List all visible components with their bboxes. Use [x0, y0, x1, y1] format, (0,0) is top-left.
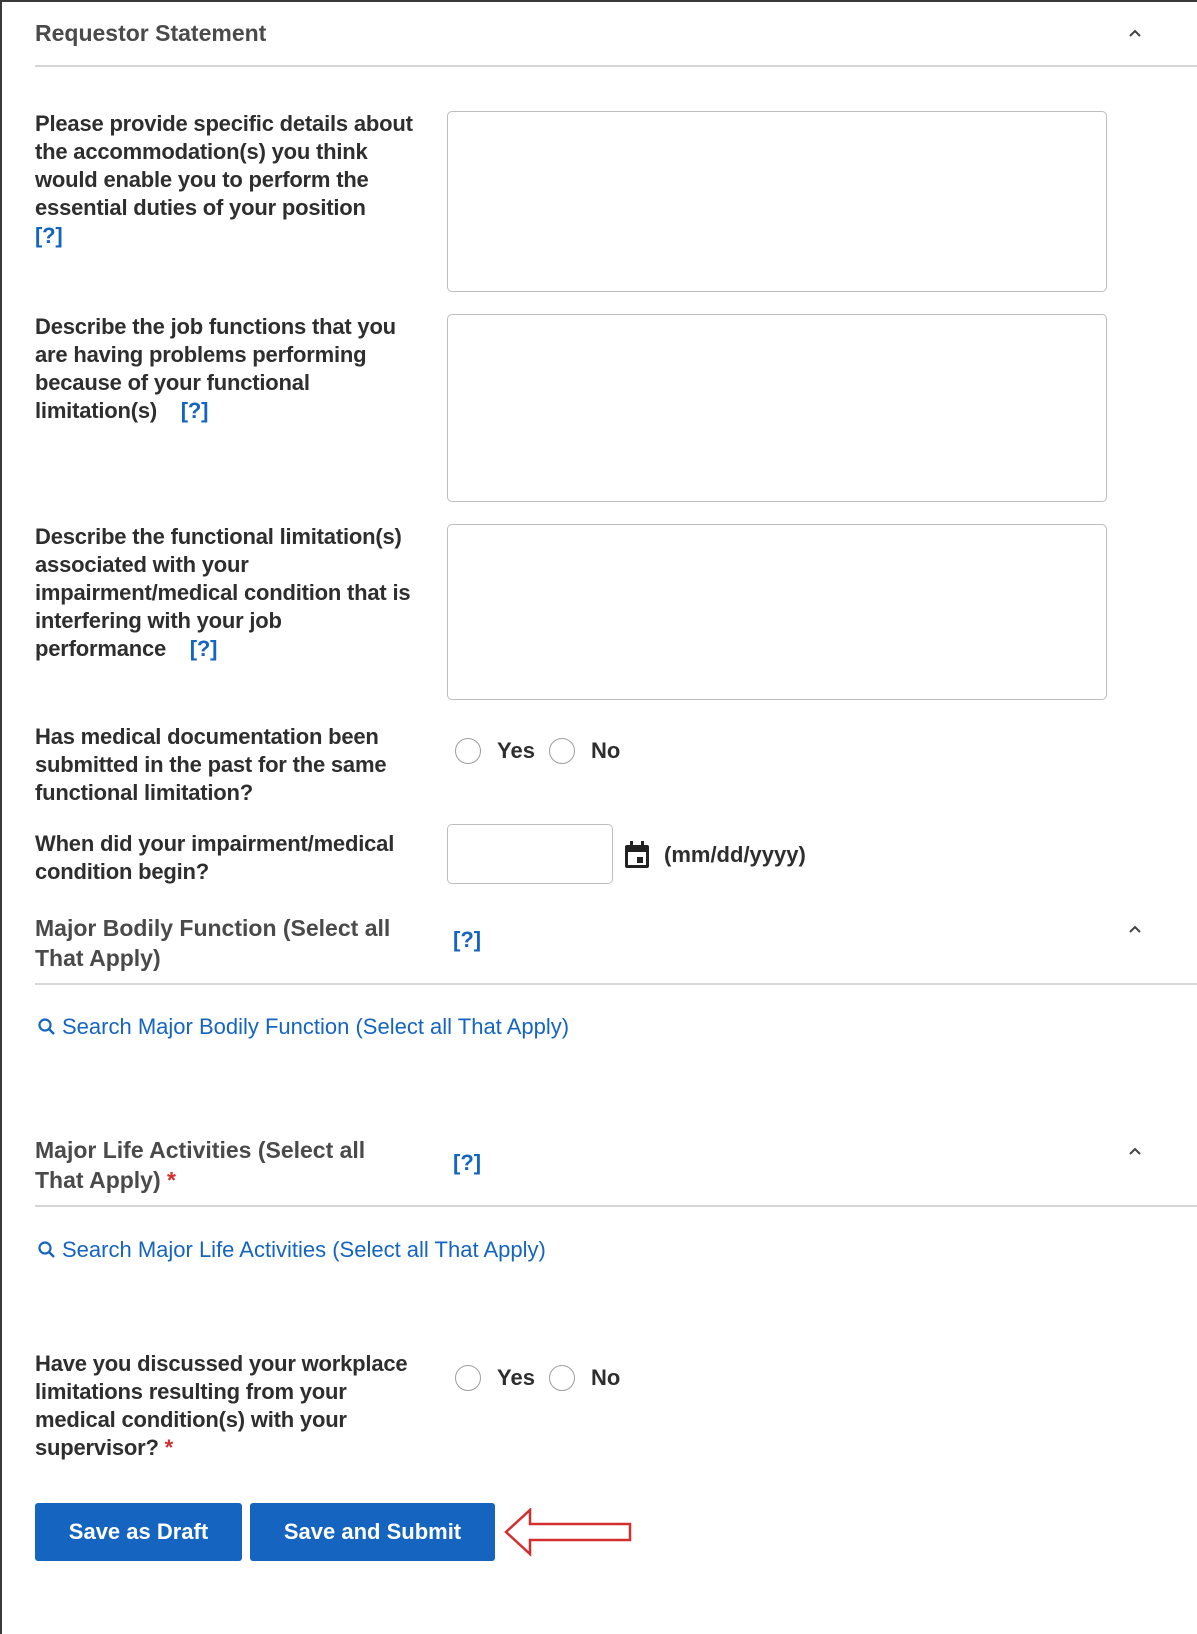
job-functions-label: Describe the job functions that you are …	[35, 314, 396, 423]
medical-documentation-radio-group: Yes No	[455, 738, 634, 764]
save-and-submit-button[interactable]: Save and Submit	[250, 1503, 495, 1561]
section-divider	[35, 65, 1197, 67]
required-marker: *	[167, 1167, 176, 1193]
help-link[interactable]: [?]	[453, 927, 481, 953]
accommodation-textarea[interactable]	[447, 111, 1107, 292]
medical-documentation-label: Has medical documentation been submitted…	[35, 724, 387, 805]
search-icon	[38, 1241, 55, 1258]
job-functions-textarea[interactable]	[447, 314, 1107, 502]
search-life-activities-link[interactable]: Search Major Life Activities (Select all…	[36, 1237, 546, 1263]
section-divider	[35, 983, 1197, 985]
section-divider	[35, 1205, 1197, 1207]
arrow-left-icon	[504, 1508, 632, 1557]
help-link[interactable]: [?]	[453, 1150, 481, 1176]
help-link[interactable]: [?]	[181, 398, 209, 423]
chevron-up-icon[interactable]	[1127, 921, 1143, 937]
required-marker: *	[164, 1435, 174, 1460]
life-activities-title: Major Life Activities (Select all That A…	[35, 1137, 366, 1193]
date-format-hint: (mm/dd/yyyy)	[664, 842, 806, 867]
yes-radio[interactable]	[455, 738, 481, 764]
no-radio[interactable]	[548, 1365, 575, 1391]
discussed-supervisor-label: Have you discussed your workplace limita…	[35, 1351, 408, 1460]
condition-begin-label: When did your impairment/medical conditi…	[35, 831, 395, 884]
search-bodily-function-link[interactable]: Search Major Bodily Function (Select all…	[36, 1014, 569, 1040]
chevron-up-icon[interactable]	[1127, 1143, 1143, 1159]
chevron-up-icon[interactable]	[1127, 25, 1143, 41]
discussed-supervisor-radio-group: Yes No	[455, 1365, 634, 1391]
search-icon	[38, 1018, 55, 1035]
no-radio-label: No	[590, 738, 621, 763]
help-link[interactable]: [?]	[190, 636, 218, 661]
functional-limitations-textarea[interactable]	[447, 524, 1107, 700]
section-title: Requestor Statement	[35, 20, 267, 46]
functional-limitations-label: Describe the functional limitation(s) as…	[35, 524, 411, 661]
calendar-icon[interactable]	[623, 840, 651, 870]
no-radio[interactable]	[548, 738, 575, 764]
condition-begin-date-input[interactable]	[447, 824, 613, 884]
help-link[interactable]: [?]	[35, 223, 63, 248]
bodily-function-title: Major Bodily Function (Select all That A…	[35, 915, 391, 971]
accommodation-label: Please provide specific details about th…	[35, 111, 413, 248]
no-radio-label: No	[590, 1365, 621, 1390]
yes-radio[interactable]	[455, 1365, 481, 1391]
save-as-draft-button[interactable]: Save as Draft	[35, 1503, 242, 1561]
yes-radio-label: Yes	[497, 1365, 535, 1390]
yes-radio-label: Yes	[497, 738, 535, 763]
